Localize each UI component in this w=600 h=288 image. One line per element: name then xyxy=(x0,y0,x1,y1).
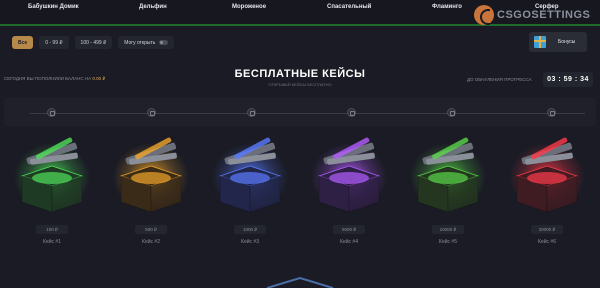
page-subtitle: ОТКРЫВАЙ КЕЙСЫ БЕСПЛАТНО xyxy=(268,82,332,87)
lock-icon xyxy=(247,108,256,117)
lock-icon xyxy=(347,108,356,117)
case-name: Кейс #2 xyxy=(142,239,160,245)
bonus-button[interactable]: Бонусы xyxy=(529,32,587,52)
case-name: Кейс #3 xyxy=(241,239,259,245)
nav-item-babushkin-domik[interactable]: Бабушкин Домик xyxy=(28,4,79,10)
logo-text: CSGOSETTINGS xyxy=(497,9,591,21)
case-card[interactable]: 10000 ₽ Кейс #5 xyxy=(408,132,488,248)
filter-100-499[interactable]: 100 - 499 ₽ xyxy=(74,36,113,49)
case-card[interactable]: 100 ₽ Кейс #1 xyxy=(12,132,92,248)
timer-label: ДО ОБНУЛЕНИЯ ПРОГРЕССА xyxy=(467,77,532,82)
bonus-label: Бонусы xyxy=(558,39,576,45)
top-nav: Бабушкин Домик Дельфин Мороженое Спасате… xyxy=(0,0,600,26)
case-price: 1000 ₽ xyxy=(234,225,266,234)
lock-icon xyxy=(447,108,456,117)
filter-all[interactable]: Все xyxy=(12,36,34,49)
progress-line xyxy=(30,113,585,114)
case-price: 10000 ₽ xyxy=(432,225,464,234)
case-card[interactable]: 500 ₽ Кейс #2 xyxy=(111,132,191,248)
case-card[interactable]: 30000 ₽ Кейс #6 xyxy=(507,132,587,248)
can-open-toggle[interactable] xyxy=(159,40,169,45)
lock-icon xyxy=(547,108,556,117)
can-open-label: Могу открыть xyxy=(124,39,156,46)
case-image xyxy=(509,137,585,213)
case-card[interactable]: 1000 ₽ Кейс #3 xyxy=(210,132,290,248)
filter-0-99[interactable]: 0 - 99 ₽ xyxy=(39,36,69,49)
case-image xyxy=(311,137,387,213)
case-price: 5000 ₽ xyxy=(333,225,365,234)
nav-item-morozhenoe[interactable]: Мороженое xyxy=(232,4,266,10)
nav-item-flamingo[interactable]: Фламинго xyxy=(432,4,462,10)
chevron-up-icon[interactable] xyxy=(265,276,335,288)
nav-item-spasatelny[interactable]: Спасательный xyxy=(327,4,371,10)
case-name: Кейс #5 xyxy=(439,239,457,245)
price-filters: Все 0 - 99 ₽ 100 - 499 ₽ Могу открыть xyxy=(12,36,175,49)
lock-icon xyxy=(47,108,56,117)
case-image xyxy=(14,137,90,213)
case-name: Кейс #1 xyxy=(43,239,61,245)
case-image xyxy=(113,137,189,213)
case-image xyxy=(410,137,486,213)
progress-track xyxy=(4,98,596,126)
case-card[interactable]: 5000 ₽ Кейс #4 xyxy=(309,132,389,248)
reset-timer: 03 : 59 : 34 xyxy=(543,72,593,87)
case-price: 500 ₽ xyxy=(135,225,167,234)
lock-icon xyxy=(147,108,156,117)
case-name: Кейс #6 xyxy=(538,239,556,245)
can-open-filter[interactable]: Могу открыть xyxy=(118,36,175,49)
nav-item-delfin[interactable]: Дельфин xyxy=(139,4,167,10)
site-logo[interactable]: CSGOSETTINGS xyxy=(474,5,590,25)
gift-icon xyxy=(534,36,546,48)
logo-icon xyxy=(474,5,494,25)
case-name: Кейс #4 xyxy=(340,239,358,245)
case-price: 100 ₽ xyxy=(36,225,68,234)
case-image xyxy=(212,137,288,213)
case-price: 30000 ₽ xyxy=(531,225,563,234)
